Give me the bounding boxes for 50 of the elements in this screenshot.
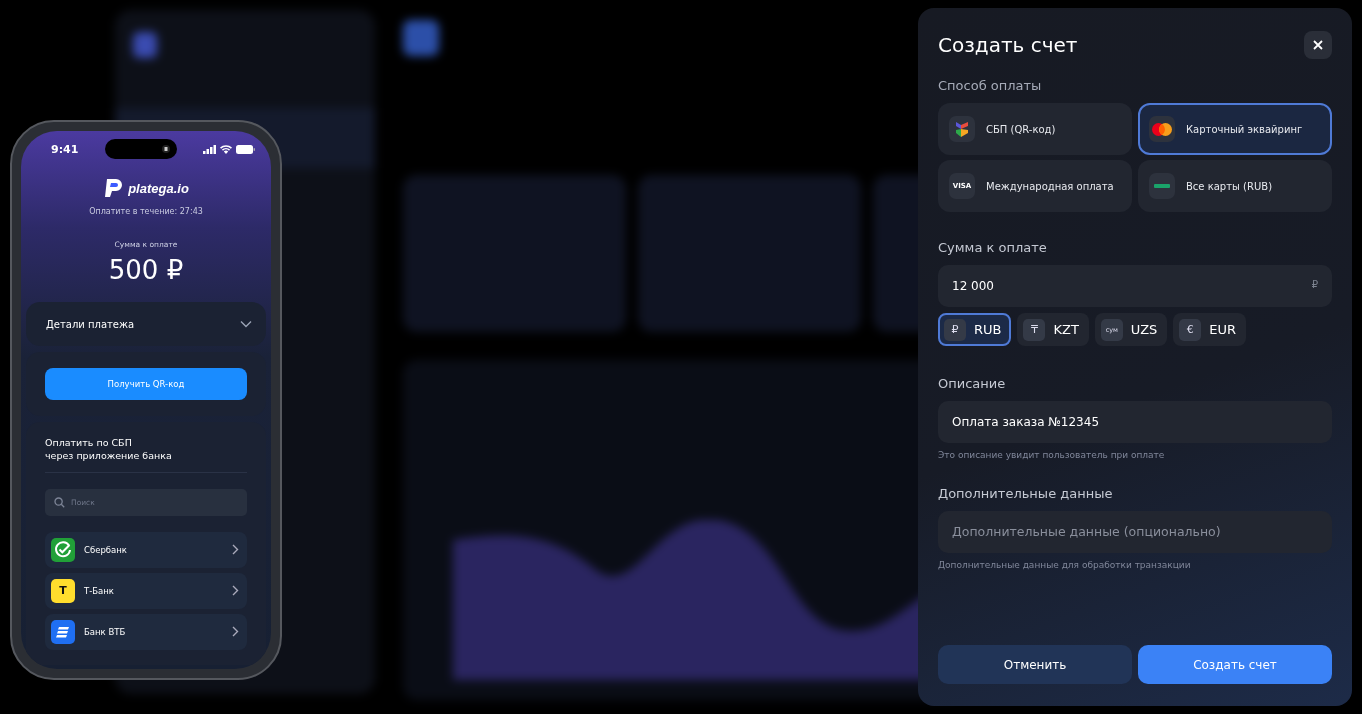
- bank-item[interactable]: Банк ВТБ: [45, 613, 247, 650]
- payment-option[interactable]: СБП (QR-код): [938, 103, 1132, 155]
- currency-symbol: €: [1179, 318, 1202, 341]
- signal-icon: [203, 144, 216, 154]
- sbp-heading: Оплатить по СБП через приложение банка: [45, 436, 172, 463]
- close-icon: [1313, 40, 1323, 50]
- close-button[interactable]: [1304, 31, 1332, 59]
- field-hint: Дополнительные данные для обработки транзакции: [938, 560, 1192, 570]
- field-label: Сумма к оплате: [938, 240, 1048, 255]
- overlapping-circles-icon: [1152, 122, 1172, 136]
- currency-chip[interactable]: ₽ RUB: [938, 313, 1012, 346]
- status-time: 9:41: [51, 142, 79, 156]
- app-icon: [403, 20, 439, 56]
- camera-island-icon: [104, 139, 177, 159]
- logo-text: platega.io: [128, 180, 189, 196]
- wifi-icon: [220, 144, 232, 154]
- currency-symbol: ₸: [1023, 318, 1046, 341]
- extra-data-field[interactable]: Дополнительные данные (опционально): [938, 511, 1332, 553]
- bank-item[interactable]: Сбербанк: [45, 531, 247, 568]
- currency-chip[interactable]: ₸ KZT: [1017, 313, 1089, 346]
- field-hint: Это описание увидит пользователь при оплате: [938, 450, 1166, 460]
- search-icon: [54, 496, 65, 508]
- field-label: Описание: [938, 376, 1007, 391]
- chevron-right-icon: [232, 626, 239, 638]
- currency-code: EUR: [1209, 322, 1237, 337]
- currency-suffix: ₽: [1311, 279, 1318, 290]
- field-label: Дополнительные данные: [938, 486, 1114, 501]
- create-invoice-button[interactable]: Создать счет: [1138, 645, 1332, 684]
- letter-icon: Т: [51, 578, 75, 603]
- payment-option[interactable]: Карточный эквайринг: [1138, 103, 1332, 155]
- timer-text: Оплатите в течение: 27:43: [89, 207, 203, 216]
- card-brand-icon: [1154, 184, 1170, 188]
- payment-details-toggle[interactable]: Детали платежа: [26, 302, 266, 346]
- section-label: Способ оплаты: [938, 78, 1043, 93]
- currency-code: RUB: [974, 322, 1002, 337]
- currency-code: UZS: [1130, 322, 1158, 337]
- bank-item[interactable]: Т Т-Банк: [45, 572, 247, 609]
- currency-chip[interactable]: € EUR: [1173, 313, 1247, 346]
- payment-option[interactable]: Все карты (RUB): [1138, 160, 1332, 212]
- cancel-button[interactable]: Отменить: [938, 645, 1132, 684]
- pinwheel-icon: [956, 121, 968, 137]
- currency-symbol: ₽: [944, 318, 966, 341]
- battery-icon: [236, 144, 255, 154]
- amount-value: 500 ₽: [108, 255, 184, 285]
- currency-code: KZT: [1053, 322, 1079, 337]
- modal-title: Создать счет: [938, 33, 1078, 57]
- chevron-right-icon: [232, 544, 239, 556]
- chevron-right-icon: [232, 585, 239, 597]
- description-field[interactable]: Оплата заказа №12345: [938, 401, 1332, 443]
- logo-icon: [133, 32, 157, 58]
